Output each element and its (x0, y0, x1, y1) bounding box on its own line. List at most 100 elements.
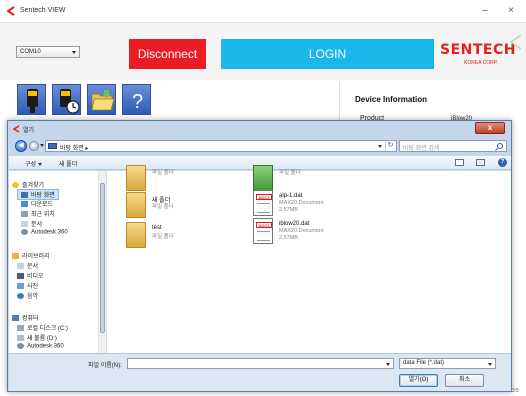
nav-label: 로컬 디스크 (C:) (27, 326, 68, 332)
address-location[interactable]: 바탕 화면 ▸ (60, 143, 88, 152)
help-icon[interactable]: ? (498, 158, 507, 167)
help-button[interactable]: ? (122, 84, 151, 115)
open-file-dialog: 열기 x ◀ ▶ 바탕 화면 ▸ ↻ 바탕 화면 검색 구성 새 폴더 ? 즐겨… (7, 120, 512, 392)
chevron-down-icon (72, 51, 76, 54)
nav-recent[interactable]: 최근 위치 (21, 209, 55, 218)
hard-drive-icon (17, 335, 24, 342)
disconnect-button[interactable]: Disconnect (129, 39, 206, 69)
nav-label: 다운로드 (31, 202, 54, 208)
file-name: iblow20.dat (279, 221, 310, 227)
nav-label: 음악 (27, 294, 39, 300)
document-icon (21, 221, 28, 228)
forward-arrow-icon[interactable]: ▶ (29, 141, 39, 151)
file-size: 2.57MB (279, 207, 298, 213)
nav-label: 사진 (27, 284, 39, 290)
device-icon (27, 89, 38, 113)
back-arrow-icon[interactable]: ◀ (15, 140, 27, 152)
nav-label: 컴퓨터 (22, 316, 39, 322)
nav-autodesk-fav[interactable]: Autodesk 360 (21, 229, 68, 236)
minimize-button[interactable]: – (476, 4, 494, 18)
file-item-folder[interactable]: 파일 폴더 (126, 165, 246, 195)
file-list: 파일 폴더 파일 폴더 새 폴더 파일 폴더 DOC1 alp-1.dat MA… (108, 165, 511, 353)
open-folder-button[interactable] (87, 84, 116, 115)
library-icon (12, 253, 19, 260)
sentech-logo-icon (13, 125, 20, 133)
folder-icon (126, 222, 146, 248)
recent-locations-chevron-icon[interactable] (40, 144, 44, 147)
file-type: 파일 폴더 (279, 170, 301, 176)
question-icon: ? (132, 91, 143, 113)
nav-lib-pictures[interactable]: 사진 (17, 281, 38, 290)
document-tag: DOC1 (256, 194, 272, 200)
com-port-select[interactable]: COM10 (16, 46, 80, 58)
nav-autodesk-comp[interactable]: Autodesk 360 (17, 343, 64, 350)
folder-open-icon (91, 90, 115, 111)
computer-icon (12, 315, 19, 322)
nav-libraries[interactable]: 라이브러리 (12, 251, 50, 260)
filename-input[interactable] (127, 358, 394, 369)
filename-label: 파일 이름(N): (88, 363, 122, 369)
file-item-dat[interactable]: DOC1 iblow20.dat MAX20.Document 2.57MB (253, 218, 373, 248)
file-name: test (152, 225, 162, 231)
nav-label: 새 볼륨 (D:) (27, 336, 57, 342)
svg-text:?: ? (132, 91, 143, 113)
chevron-down-icon[interactable] (386, 363, 390, 366)
preview-pane-icon[interactable] (476, 159, 485, 166)
file-item-dat[interactable]: DOC1 alp-1.dat MAX20.Document 2.57MB (253, 190, 373, 220)
folder-icon (253, 165, 273, 191)
nav-documents-fav[interactable]: 문서 (21, 219, 42, 228)
nav-favorites[interactable]: 즐겨찾기 (12, 180, 44, 189)
search-icon[interactable] (497, 143, 503, 149)
chevron-down-icon (38, 162, 43, 166)
download-icon (21, 201, 28, 208)
login-button[interactable]: LOGIN (221, 39, 434, 69)
nav-lib-videos[interactable]: 비디오 (17, 271, 44, 280)
file-item-folder[interactable]: 새 폴더 파일 폴더 (126, 192, 246, 222)
organize-label: 구성 (25, 162, 37, 168)
file-type: 파일 폴더 (152, 204, 174, 210)
device-schedule-button[interactable] (52, 84, 81, 115)
nav-label: Autodesk 360 (27, 343, 64, 350)
chevron-down-icon[interactable] (378, 145, 382, 148)
nav-downloads[interactable]: 다운로드 (21, 199, 53, 208)
com-port-value: COM10 (20, 49, 41, 55)
nav-lib-music[interactable]: 음악 (17, 291, 38, 300)
view-options-icon[interactable] (455, 159, 464, 166)
nav-scrollbar-thumb[interactable] (100, 183, 105, 333)
close-button[interactable]: × (502, 4, 520, 18)
nav-drive-d[interactable]: 새 볼륨 (D:) (17, 333, 57, 342)
hard-drive-icon (17, 325, 24, 332)
video-icon (17, 273, 24, 280)
address-bar[interactable]: 바탕 화면 ▸ ↻ (45, 140, 397, 152)
search-input[interactable]: 바탕 화면 검색 (399, 140, 507, 152)
desktop-icon (48, 143, 57, 149)
nav-scrollbar[interactable] (98, 171, 106, 353)
file-type: MAX20.Document (279, 228, 324, 234)
app-titlebar: Sentech VIEW – × (0, 0, 526, 22)
cancel-button[interactable]: 취소 (445, 374, 484, 387)
document-icon (17, 263, 24, 270)
dialog-titlebar: 열기 x (8, 121, 511, 137)
dialog-close-button[interactable]: x (475, 122, 505, 134)
file-type: 파일 폴더 (152, 170, 174, 176)
sentech-logo-icon (7, 6, 15, 16)
dialog-title: 열기 (23, 128, 35, 134)
file-type-filter-select[interactable]: data File (*.dat) (399, 358, 496, 369)
nav-drive-c[interactable]: 로컬 디스크 (C:) (17, 323, 68, 332)
open-button[interactable]: 열기(O) (399, 374, 438, 387)
refresh-icon[interactable]: ↻ (385, 141, 395, 151)
document-icon: DOC1 (253, 218, 273, 244)
device-read-button[interactable] (17, 84, 46, 115)
chevron-down-icon (488, 363, 492, 366)
organize-menu[interactable]: 구성 (25, 159, 43, 168)
file-name: alp-1.dat (279, 193, 303, 199)
desktop-icon (21, 192, 28, 199)
nav-computer[interactable]: 컴퓨터 (12, 313, 39, 322)
cloud-icon (21, 229, 28, 235)
nav-lib-documents[interactable]: 문서 (17, 261, 38, 270)
brand-name: SENTECH (440, 42, 516, 58)
file-item-folder[interactable]: test 파일 폴더 (126, 222, 246, 252)
device-info-title: Device Information (355, 95, 428, 104)
new-folder-button[interactable]: 새 폴더 (59, 159, 77, 168)
file-type: MAX20.Document (279, 200, 324, 206)
